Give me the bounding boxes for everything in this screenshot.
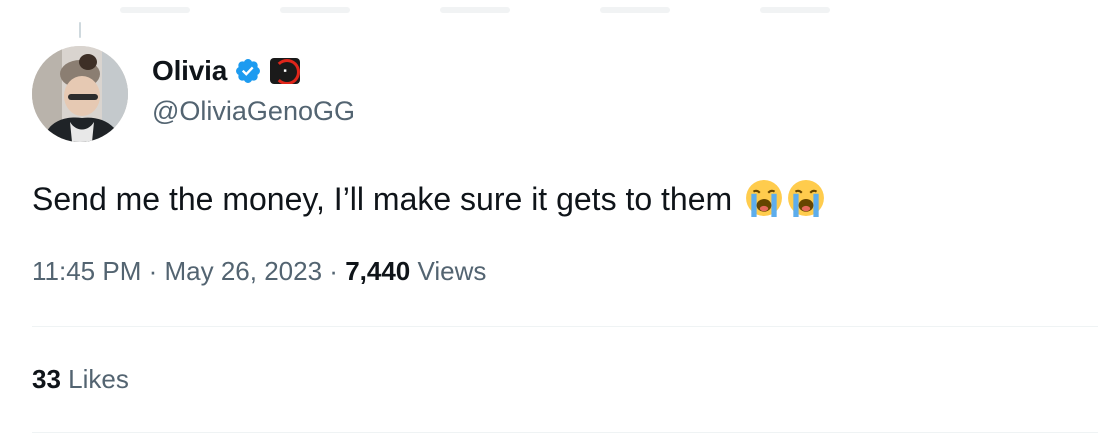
previous-post-faded-content bbox=[120, 0, 1098, 13]
tweet-text: Send me the money, I’ll make sure it get… bbox=[32, 176, 825, 222]
views-count: 7,440 bbox=[345, 256, 411, 286]
thread-connector-line bbox=[79, 22, 81, 38]
author-handle[interactable]: @OliviaGenoGG bbox=[152, 96, 355, 127]
views-label: Views bbox=[417, 256, 487, 286]
tweet-date[interactable]: May 26, 2023 bbox=[165, 256, 323, 286]
affiliation-logo-mark: ■ bbox=[283, 68, 287, 74]
likes-link[interactable]: 33 Likes bbox=[32, 364, 129, 395]
meta-separator: · bbox=[148, 256, 158, 286]
tweet-author: Olivia ■ @OliviaGenoGG bbox=[152, 54, 355, 127]
meta-separator: · bbox=[329, 256, 338, 286]
loudly-crying-face-icon bbox=[788, 180, 825, 217]
tweet-text-body: Send me the money, I’ll make sure it get… bbox=[32, 181, 733, 217]
org-affiliation-badge-icon[interactable]: ■ bbox=[270, 58, 301, 84]
divider bbox=[32, 432, 1098, 433]
likes-count: 33 bbox=[32, 364, 61, 394]
tweet-time[interactable]: 11:45 PM bbox=[32, 256, 141, 286]
divider bbox=[32, 326, 1098, 327]
likes-label: Likes bbox=[68, 364, 129, 394]
author-display-name[interactable]: Olivia bbox=[152, 55, 227, 87]
affiliation-logo-ring bbox=[274, 59, 301, 84]
loudly-crying-face-icon bbox=[746, 180, 783, 217]
author-name-row: Olivia ■ bbox=[152, 54, 355, 88]
verified-badge-icon[interactable] bbox=[234, 57, 262, 85]
avatar-photo bbox=[32, 46, 128, 142]
avatar[interactable] bbox=[32, 46, 128, 142]
tweet-metadata: 11:45 PM · May 26, 2023 · 7,440 Views bbox=[32, 256, 486, 287]
